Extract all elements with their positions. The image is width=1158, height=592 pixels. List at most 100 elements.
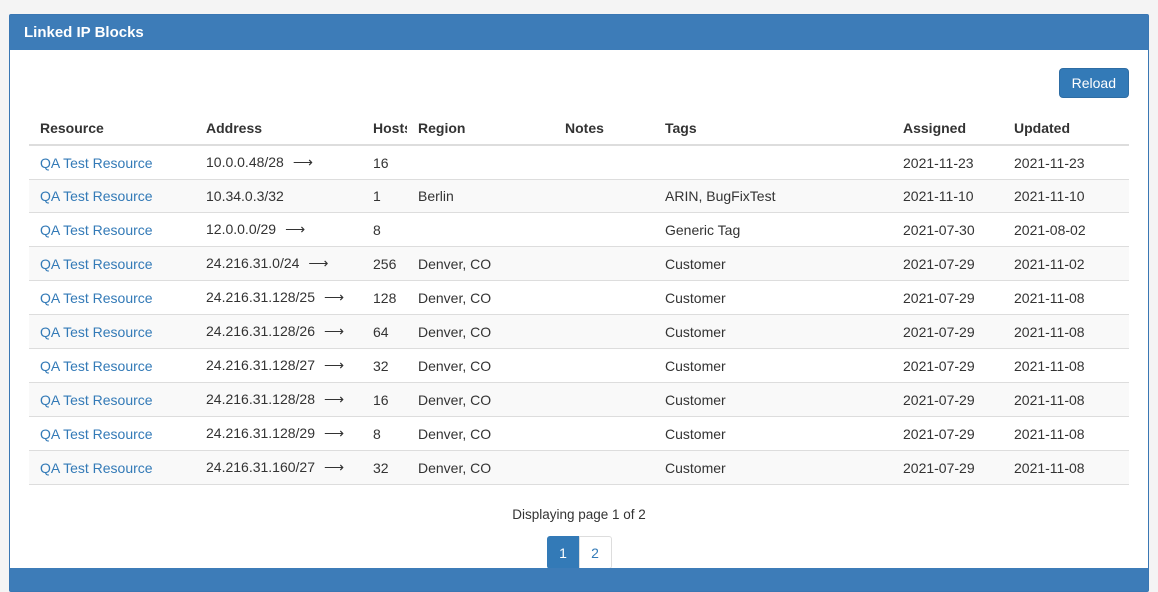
tags-cell: Customer	[654, 349, 892, 383]
address-cell: 24.216.31.128/27 ⟶	[195, 349, 362, 383]
hosts-cell: 32	[362, 349, 407, 383]
region-cell: Denver, CO	[407, 417, 554, 451]
resource-link[interactable]: QA Test Resource	[40, 392, 153, 408]
address-text: 10.0.0.48/28	[206, 154, 284, 170]
hosts-cell: 128	[362, 281, 407, 315]
address-cell: 24.216.31.128/29⟶	[195, 417, 362, 451]
updated-cell: 2021-11-08	[1003, 315, 1129, 349]
updated-cell: 2021-11-02	[1003, 247, 1129, 281]
address-text: 12.0.0.0/29	[206, 221, 276, 237]
subnet-arrow-icon[interactable]: ⟶	[285, 221, 305, 237]
assigned-cell: 2021-07-29	[892, 247, 1003, 281]
column-header-resource: Resource	[29, 112, 195, 145]
resource-cell: QA Test Resource	[29, 315, 195, 349]
table-row: QA Test Resource10.0.0.48/28⟶162021-11-2…	[29, 145, 1129, 180]
column-header-hosts: Hosts	[362, 112, 407, 145]
address-text: 24.216.31.0/24	[206, 255, 299, 271]
column-header-address: Address	[195, 112, 362, 145]
table-row: QA Test Resource24.216.31.128/29⟶8Denver…	[29, 417, 1129, 451]
table-row: QA Test Resource 12.0.0.0/29 ⟶ 8 Generic Tag…	[29, 213, 1129, 247]
assigned-cell: 2021-07-29	[892, 417, 1003, 451]
assigned-cell: 2021-07-29	[892, 383, 1003, 417]
hosts-cell: 256	[362, 247, 407, 281]
tags-cell: ARIN, BugFixTest	[654, 180, 892, 213]
resource-cell: QA Test Resource	[29, 417, 195, 451]
resource-link[interactable]: QA Test Resource	[40, 290, 153, 306]
resource-link[interactable]: QA Test Resource	[40, 358, 153, 374]
region-cell: Denver, CO	[407, 281, 554, 315]
tags-cell: Customer	[654, 417, 892, 451]
subnet-arrow-icon[interactable]: ⟶	[324, 391, 344, 407]
table-row: QA Test Resource24.216.31.128/25⟶128Denv…	[29, 281, 1129, 315]
region-cell	[407, 145, 554, 180]
notes-cell	[554, 281, 654, 315]
column-header-notes: Notes	[554, 112, 654, 145]
tags-cell: Customer	[654, 315, 892, 349]
address-text: 24.216.31.128/27	[206, 357, 315, 373]
subnet-arrow-icon[interactable]: ⟶	[324, 459, 344, 475]
resource-cell: QA Test Resource	[29, 180, 195, 213]
table-row: QA Test Resource24.216.31.128/28⟶16Denve…	[29, 383, 1129, 417]
panel-body: Reload Resource Address Hosts Region Not…	[10, 50, 1148, 568]
page-button-2[interactable]: 2	[579, 536, 612, 568]
header-row: Resource Address Hosts Region Notes Tags…	[29, 112, 1129, 145]
resource-link[interactable]: QA Test Resource	[40, 188, 153, 204]
notes-cell	[554, 349, 654, 383]
address-cell: 10.0.0.48/28 ⟶	[195, 145, 362, 180]
column-header-region: Region	[407, 112, 554, 145]
region-cell	[407, 213, 554, 247]
resource-link[interactable]: QA Test Resource	[40, 460, 153, 476]
address-cell: 10.34.0.3/32	[195, 180, 362, 213]
subnet-arrow-icon[interactable]: ⟶	[324, 425, 344, 441]
resource-cell: QA Test Resource	[29, 247, 195, 281]
subnet-arrow-icon[interactable]: ⟶	[293, 154, 313, 170]
tags-cell: Customer	[654, 281, 892, 315]
subnet-arrow-icon[interactable]: ⟶	[308, 255, 328, 271]
hosts-cell: 1	[362, 180, 407, 213]
assigned-cell: 2021-07-29	[892, 281, 1003, 315]
tags-cell: Generic Tag	[654, 213, 892, 247]
table-row: QA Test Resource24.216.31.128/26⟶64Denve…	[29, 315, 1129, 349]
address-text: 10.34.0.3/32	[206, 188, 284, 204]
notes-cell	[554, 180, 654, 213]
notes-cell	[554, 213, 654, 247]
resource-cell: QA Test Resource	[29, 451, 195, 485]
notes-cell	[554, 315, 654, 349]
updated-cell: 2021-11-08	[1003, 451, 1129, 485]
resource-link[interactable]: QA Test Resource	[40, 256, 153, 272]
table-row: QA Test Resource24.216.31.0/24⟶256Denver…	[29, 247, 1129, 281]
updated-cell: 2021-11-08	[1003, 349, 1129, 383]
pagination: 12	[29, 536, 1129, 568]
ip-blocks-tbody: QA Test Resource10.0.0.48/28⟶162021-11-2…	[29, 145, 1129, 485]
subnet-arrow-icon[interactable]: ⟶	[324, 289, 344, 305]
subnet-arrow-icon[interactable]: ⟶	[324, 357, 344, 373]
assigned-cell: 2021-07-29	[892, 315, 1003, 349]
hosts-cell: 8	[362, 213, 407, 247]
paging-status: Displaying page 1 of 2	[29, 507, 1129, 522]
notes-cell	[554, 145, 654, 180]
assigned-cell: 2021-07-29	[892, 349, 1003, 383]
region-cell: Denver, CO	[407, 315, 554, 349]
table-row: QA Test Resource10.34.0.3/321BerlinARIN,…	[29, 180, 1129, 213]
address-cell: 12.0.0.0/29 ⟶	[195, 213, 362, 247]
region-cell: Denver, CO	[407, 383, 554, 417]
resource-link[interactable]: QA Test Resource	[40, 324, 153, 340]
resource-link[interactable]: QA Test Resource	[40, 426, 153, 442]
reload-button[interactable]: Reload	[1059, 68, 1129, 98]
ip-blocks-table: Resource Address Hosts Region Notes Tags…	[29, 112, 1129, 485]
table-row: QA Test Resource 24.216.31.128/27 ⟶ 32Denve…	[29, 349, 1129, 383]
resource-cell: QA Test Resource	[29, 349, 195, 383]
table-head: Resource Address Hosts Region Notes Tags…	[29, 112, 1129, 145]
subnet-arrow-icon[interactable]: ⟶	[324, 323, 344, 339]
resource-link[interactable]: QA Test Resource	[40, 155, 153, 171]
page-button-1[interactable]: 1	[547, 536, 580, 568]
resource-link[interactable]: QA Test Resource	[40, 222, 153, 238]
hosts-cell: 16	[362, 145, 407, 180]
region-cell: Denver, CO	[407, 349, 554, 383]
address-cell: 24.216.31.128/28 ⟶	[195, 383, 362, 417]
panel-footer	[10, 568, 1148, 591]
column-header-assigned: Assigned	[892, 112, 1003, 145]
linked-ip-blocks-panel: Linked IP Blocks Reload Resource Address…	[9, 14, 1149, 592]
address-text: 24.216.31.128/28	[206, 391, 315, 407]
updated-cell: 2021-11-08	[1003, 281, 1129, 315]
